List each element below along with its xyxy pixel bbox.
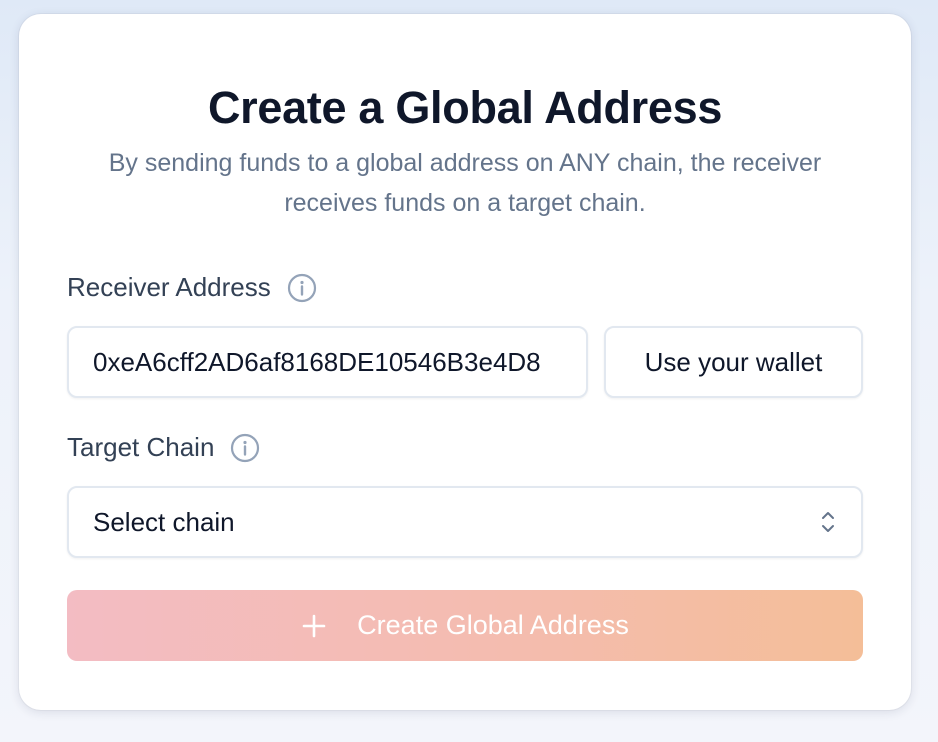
plus-icon [302, 614, 326, 637]
info-icon[interactable] [287, 273, 317, 303]
create-global-address-button[interactable]: Create Global Address [67, 590, 863, 661]
create-global-address-label: Create Global Address [357, 610, 629, 640]
create-address-card: Create a Global Address By sending funds… [19, 14, 911, 710]
target-chain-label: Target Chain [67, 432, 215, 462]
target-chain-label-row: Target Chain [67, 432, 260, 463]
target-chain-selected-value: Select chain [93, 506, 235, 537]
page-subtitle: By sending funds to a global address on … [108, 149, 822, 217]
chevron-up-down-icon [822, 512, 834, 532]
page-title: Create a Global Address [207, 82, 723, 133]
use-wallet-button[interactable]: Use your wallet [604, 326, 863, 398]
receiver-address-input[interactable] [67, 326, 588, 398]
info-icon[interactable] [230, 433, 260, 463]
receiver-address-label: Receiver Address [67, 272, 271, 302]
receiver-address-label-row: Receiver Address [67, 272, 317, 303]
target-chain-select[interactable]: Select chain [67, 486, 863, 558]
